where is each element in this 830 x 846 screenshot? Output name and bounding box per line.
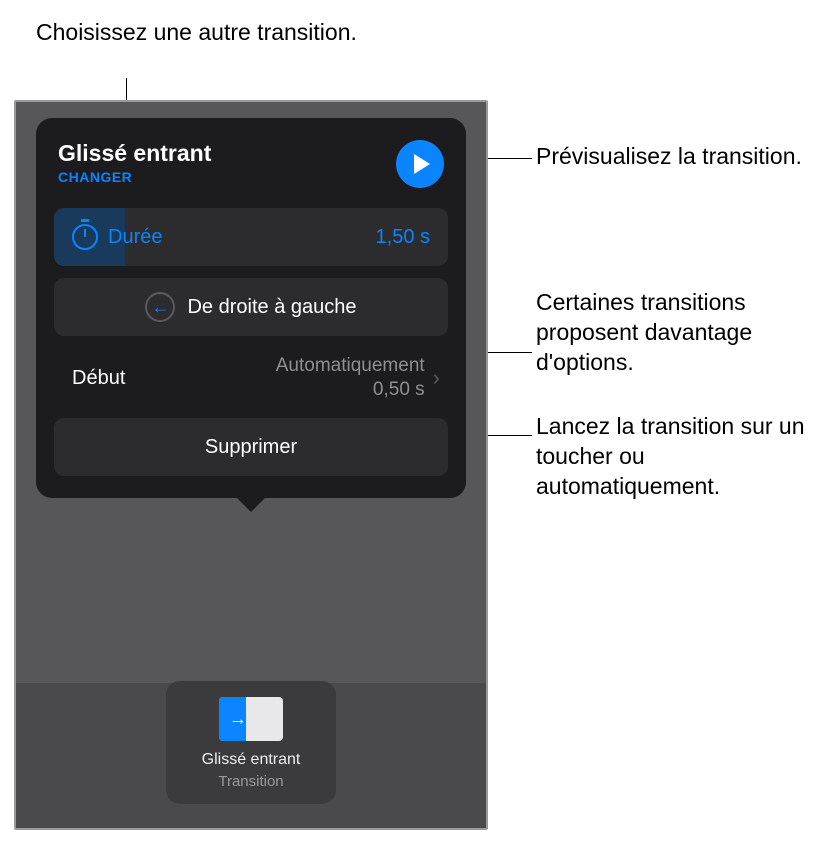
thumbnail-subtitle: Transition (218, 773, 283, 790)
callout-choose: Choisissez une autre transition. (36, 18, 357, 48)
thumbnail-card: → Glissé entrant Transition (166, 681, 336, 804)
duration-value: 1,50 s (376, 226, 430, 249)
preview-play-button[interactable] (396, 140, 444, 188)
chevron-right-icon: › (433, 365, 440, 391)
duration-slider[interactable]: Durée 1,50 s (54, 208, 448, 266)
start-label: Début (72, 367, 125, 390)
delete-label: Supprimer (205, 436, 297, 459)
callout-start: Lancez la transition sur un toucher ou a… (536, 412, 826, 502)
title-block: Glissé entrant CHANGER (58, 140, 211, 185)
transition-popover: Glissé entrant CHANGER Durée 1,50 s ← De… (36, 118, 466, 498)
change-transition-link[interactable]: CHANGER (58, 169, 211, 185)
direction-label: De droite à gauche (187, 296, 356, 319)
start-row[interactable]: Début Automatiquement 0,50 s › (54, 348, 448, 408)
duration-left: Durée (72, 224, 162, 250)
arrow-right-icon: → (229, 709, 247, 730)
start-value-block: Automatiquement 0,50 s › (276, 354, 440, 402)
transition-title: Glissé entrant (58, 140, 211, 167)
transition-thumbnail[interactable]: → Glissé entrant Transition (166, 681, 336, 804)
delete-button[interactable]: Supprimer (54, 418, 448, 476)
start-mode: Automatiquement (276, 354, 425, 378)
direction-button[interactable]: ← De droite à gauche (54, 278, 448, 336)
stopwatch-icon (72, 224, 98, 250)
play-icon (414, 154, 430, 174)
callout-options: Certaines transitions proposent davantag… (536, 288, 826, 378)
start-value: Automatiquement 0,50 s (276, 354, 425, 402)
thumbnail-image: → (219, 697, 283, 741)
start-delay: 0,50 s (276, 378, 425, 402)
duration-label: Durée (108, 226, 162, 249)
app-window: Glissé entrant CHANGER Durée 1,50 s ← De… (14, 100, 488, 830)
arrow-left-icon: ← (145, 292, 175, 322)
thumbnail-title: Glissé entrant (202, 751, 301, 769)
callout-preview: Prévisualisez la transition. (536, 142, 816, 172)
popover-header: Glissé entrant CHANGER (54, 140, 448, 188)
